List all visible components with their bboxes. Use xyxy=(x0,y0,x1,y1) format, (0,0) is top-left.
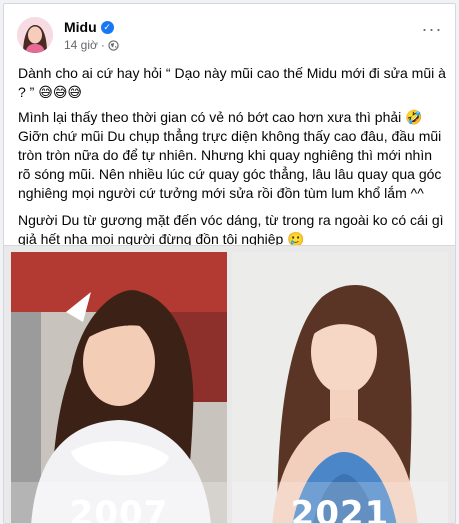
post-card: Midu ✓ 14 giờ · ··· Dành cho ai cứ hay h… xyxy=(3,3,456,524)
year-label-2007: 2007 xyxy=(69,494,169,524)
post-paragraph-3: Người Du từ gương mặt đến vóc dáng, từ t… xyxy=(18,212,444,247)
verified-badge-icon: ✓ xyxy=(100,20,114,34)
post-paragraph-1: Dành cho ai cứ hay hỏi “ Dạo này mũi cao… xyxy=(18,65,446,100)
post-time[interactable]: 14 giờ xyxy=(64,38,98,52)
post-paragraph-2: Mình lại thấy theo thời gian có vẻ nó bớ… xyxy=(18,109,442,201)
author-name[interactable]: Midu xyxy=(64,19,97,35)
globe-icon[interactable] xyxy=(108,39,119,51)
post-meta: 14 giờ · xyxy=(64,38,119,52)
post-photo-collage[interactable]: 2007 2021 xyxy=(4,245,455,524)
post-text: Dành cho ai cứ hay hỏi “ Dạo này mũi cao… xyxy=(18,64,448,257)
year-label-2021: 2021 xyxy=(290,494,390,524)
avatar[interactable] xyxy=(17,17,53,53)
meta-separator: · xyxy=(100,38,105,52)
author-row: Midu ✓ xyxy=(64,19,114,35)
more-options-button[interactable]: ··· xyxy=(419,20,445,42)
photo-2021[interactable]: 2021 xyxy=(232,252,448,524)
post-header: Midu ✓ 14 giờ · ··· xyxy=(15,16,445,58)
photo-2007[interactable]: 2007 xyxy=(11,252,227,524)
